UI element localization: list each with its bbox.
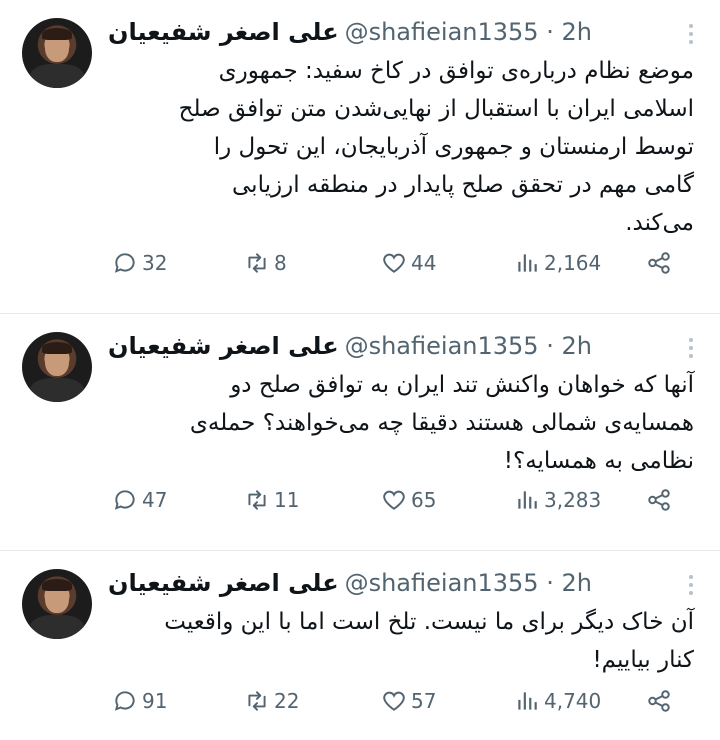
views-button[interactable]: 4,740 <box>514 688 601 714</box>
share-icon <box>648 489 670 511</box>
heart-icon <box>383 253 405 273</box>
reply-button[interactable]: 47 <box>112 487 167 513</box>
bar-chart-icon <box>518 692 537 710</box>
like-count: 57 <box>411 689 437 713</box>
retweet-button[interactable]: 11 <box>244 487 299 513</box>
tweet-text: آنها که خواهان واکنش تند ایران به توافق … <box>189 372 694 474</box>
share-button[interactable] <box>646 487 672 513</box>
tweet-header: علی اصغر شفیعیان @shafieian1355 · 2h <box>108 14 686 50</box>
views-button[interactable]: 2,164 <box>514 250 601 276</box>
retweet-count: 22 <box>274 689 300 713</box>
retweet-arrows-icon <box>248 490 266 510</box>
author-handle[interactable]: @shafieian1355 <box>345 332 539 360</box>
speech-bubble-icon <box>114 691 135 711</box>
speech-bubble-icon <box>114 253 135 273</box>
bar-chart-icon <box>518 254 537 272</box>
author-name[interactable]: علی اصغر شفیعیان <box>108 18 339 46</box>
like-button[interactable]: 65 <box>381 487 436 513</box>
more-options-icon[interactable] <box>688 24 694 44</box>
retweet-arrows-icon <box>248 691 266 711</box>
reply-button[interactable]: 32 <box>112 250 167 276</box>
reply-count: 47 <box>142 488 168 512</box>
reply-count: 91 <box>142 689 168 713</box>
avatar[interactable] <box>22 332 92 402</box>
like-button[interactable]: 44 <box>381 250 436 276</box>
like-count: 65 <box>411 488 437 512</box>
author-name[interactable]: علی اصغر شفیعیان <box>108 569 339 597</box>
retweet-count: 11 <box>274 488 300 512</box>
views-button[interactable]: 3,283 <box>514 487 601 513</box>
author-name[interactable]: علی اصغر شفیعیان <box>108 332 339 360</box>
view-count: 3,283 <box>544 488 602 512</box>
tweet-header: علی اصغر شفیعیان @shafieian1355 · 2h <box>108 565 686 601</box>
more-options-icon[interactable] <box>688 575 694 595</box>
tweet-time[interactable]: · 2h <box>546 332 592 360</box>
tweet[interactable]: علی اصغر شفیعیان @shafieian1355 · 2h آنه… <box>0 314 720 551</box>
tweet-header: علی اصغر شفیعیان @shafieian1355 · 2h <box>108 328 686 364</box>
like-count: 44 <box>411 251 437 275</box>
reply-count: 32 <box>142 251 168 275</box>
retweet-arrows-icon <box>248 253 266 273</box>
tweet-time[interactable]: · 2h <box>546 18 592 46</box>
reply-button[interactable]: 91 <box>112 688 167 714</box>
like-button[interactable]: 57 <box>381 688 436 714</box>
tweet-time[interactable]: · 2h <box>546 569 592 597</box>
tweet[interactable]: علی اصغر شفیعیان @shafieian1355 · 2h موض… <box>0 0 720 314</box>
avatar[interactable] <box>22 569 92 639</box>
more-options-icon[interactable] <box>688 338 694 358</box>
share-icon <box>648 252 670 274</box>
view-count: 4,740 <box>544 689 602 713</box>
avatar[interactable] <box>22 18 92 88</box>
tweet-text: آن خاک دیگر برای ما نیست. تلخ است اما با… <box>164 609 694 673</box>
tweet-text: موضع نظام درباره‌ی توافق در کاخ سفید: جم… <box>178 58 694 236</box>
author-handle[interactable]: @shafieian1355 <box>345 18 539 46</box>
view-count: 2,164 <box>544 251 602 275</box>
retweet-count: 8 <box>274 251 287 275</box>
speech-bubble-icon <box>114 490 135 510</box>
heart-icon <box>383 691 405 711</box>
share-icon <box>648 690 670 712</box>
retweet-button[interactable]: 22 <box>244 688 299 714</box>
author-handle[interactable]: @shafieian1355 <box>345 569 539 597</box>
share-button[interactable] <box>646 688 672 714</box>
tweet[interactable]: علی اصغر شفیعیان @shafieian1355 · 2h آن … <box>0 551 720 740</box>
bar-chart-icon <box>518 491 537 509</box>
retweet-button[interactable]: 8 <box>244 250 287 276</box>
share-button[interactable] <box>646 250 672 276</box>
heart-icon <box>383 490 405 510</box>
